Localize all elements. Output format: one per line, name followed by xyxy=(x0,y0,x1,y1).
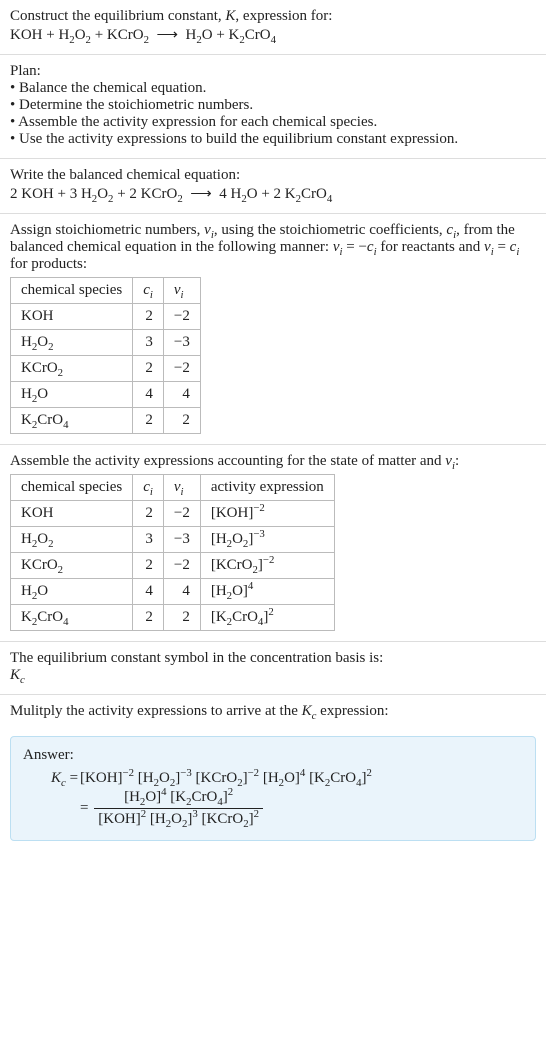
table-row: KCrO2 2 −2 [KCrO2]−2 xyxy=(11,553,335,579)
cell-vi: −2 xyxy=(163,501,200,527)
cell-ci: 4 xyxy=(133,382,164,408)
symbol-text: The equilibrium constant symbol in the c… xyxy=(10,650,536,667)
answer-denominator: [KOH]2 [H2O2]3 [KCrO2]2 xyxy=(94,809,263,828)
plan-title: Plan: xyxy=(10,63,536,80)
table-row: H2O 4 4 [H2O]4 xyxy=(11,579,335,605)
cell-vi: −2 xyxy=(163,553,200,579)
cell-activity: [H2O2]−3 xyxy=(200,527,334,553)
stoich-text: Assign stoichiometric numbers, νi, using… xyxy=(10,222,536,273)
stoich-section: Assign stoichiometric numbers, νi, using… xyxy=(0,214,546,445)
cell-vi: 2 xyxy=(163,408,200,434)
col-vi: νi xyxy=(163,278,200,304)
plan-item: • Assemble the activity expression for e… xyxy=(10,114,536,131)
cell-ci: 3 xyxy=(133,527,164,553)
multiply-text: Mulitply the activity expressions to arr… xyxy=(10,703,536,720)
col-ci: ci xyxy=(133,475,164,501)
table-header-row: chemical species ci νi xyxy=(11,278,201,304)
activity-text: Assemble the activity expressions accoun… xyxy=(10,453,536,470)
balanced-equation: 2 KOH + 3 H2O2 + 2 KCrO2 ⟶ 4 H2O + 2 K2C… xyxy=(10,184,536,203)
answer-fraction: [H2O]4 [K2CrO4]2 [KOH]2 [H2O2]3 [KCrO2]2 xyxy=(94,789,263,828)
multiply-section: Mulitply the activity expressions to arr… xyxy=(0,695,546,730)
table-row: K2CrO4 2 2 xyxy=(11,408,201,434)
table-row: KOH 2 −2 xyxy=(11,304,201,330)
table-row: KOH 2 −2 [KOH]−2 xyxy=(11,501,335,527)
cell-ci: 4 xyxy=(133,579,164,605)
plan-list: • Balance the chemical equation. • Deter… xyxy=(10,80,536,148)
col-ci: ci xyxy=(133,278,164,304)
cell-species: H2O2 xyxy=(11,330,133,356)
cell-vi: 2 xyxy=(163,605,200,631)
col-activity: activity expression xyxy=(200,475,334,501)
plan-item: • Balance the chemical equation. xyxy=(10,80,536,97)
plan-item: • Use the activity expressions to build … xyxy=(10,131,536,148)
intro-line: Construct the equilibrium constant, K, e… xyxy=(10,8,536,25)
cell-ci: 2 xyxy=(133,304,164,330)
answer-equals: = xyxy=(80,800,92,817)
answer-numerator: [H2O]4 [K2CrO4]2 xyxy=(94,789,263,809)
table-row: H2O 4 4 xyxy=(11,382,201,408)
cell-species: K2CrO4 xyxy=(11,605,133,631)
symbol-value: Kc xyxy=(10,667,536,684)
cell-vi: −3 xyxy=(163,527,200,553)
balanced-intro: Write the balanced chemical equation: xyxy=(10,167,536,184)
cell-species: KOH xyxy=(11,501,133,527)
balanced-section: Write the balanced chemical equation: 2 … xyxy=(0,159,546,214)
stoich-table: chemical species ci νi KOH 2 −2 H2O2 3 −… xyxy=(10,277,201,434)
cell-activity: [KCrO2]−2 xyxy=(200,553,334,579)
plan-section: Plan: • Balance the chemical equation. •… xyxy=(0,55,546,159)
table-row: H2O2 3 −3 [H2O2]−3 xyxy=(11,527,335,553)
cell-species: K2CrO4 xyxy=(11,408,133,434)
activity-section: Assemble the activity expressions accoun… xyxy=(0,445,546,642)
cell-vi: 4 xyxy=(163,382,200,408)
cell-vi: −3 xyxy=(163,330,200,356)
answer-line1: [KOH]−2 [H2O2]−3 [KCrO2]−2 [H2O]4 [K2CrO… xyxy=(80,770,372,786)
cell-species: H2O xyxy=(11,579,133,605)
col-species: chemical species xyxy=(11,278,133,304)
answer-lhs: Kc = xyxy=(51,770,80,787)
cell-vi: −2 xyxy=(163,304,200,330)
cell-vi: 4 xyxy=(163,579,200,605)
cell-ci: 2 xyxy=(133,356,164,382)
cell-activity: [H2O]4 xyxy=(200,579,334,605)
unbalanced-equation: KOH + H2O2 + KCrO2 ⟶ H2O + K2CrO4 xyxy=(10,25,536,44)
cell-species: KCrO2 xyxy=(11,553,133,579)
activity-table: chemical species ci νi activity expressi… xyxy=(10,474,335,631)
cell-ci: 2 xyxy=(133,553,164,579)
symbol-section: The equilibrium constant symbol in the c… xyxy=(0,642,546,695)
cell-species: KCrO2 xyxy=(11,356,133,382)
table-header-row: chemical species ci νi activity expressi… xyxy=(11,475,335,501)
cell-activity: [K2CrO4]2 xyxy=(200,605,334,631)
answer-label: Answer: xyxy=(23,747,523,764)
col-vi: νi xyxy=(163,475,200,501)
table-row: KCrO2 2 −2 xyxy=(11,356,201,382)
cell-activity: [KOH]−2 xyxy=(200,501,334,527)
col-species: chemical species xyxy=(11,475,133,501)
cell-ci: 3 xyxy=(133,330,164,356)
cell-ci: 2 xyxy=(133,408,164,434)
cell-vi: −2 xyxy=(163,356,200,382)
answer-expression: Kc = [KOH]−2 [H2O2]−3 [KCrO2]−2 [H2O]4 [… xyxy=(23,770,523,828)
cell-species: KOH xyxy=(11,304,133,330)
answer-box: Answer: Kc = [KOH]−2 [H2O2]−3 [KCrO2]−2 … xyxy=(10,736,536,841)
cell-species: H2O xyxy=(11,382,133,408)
plan-item: • Determine the stoichiometric numbers. xyxy=(10,97,536,114)
table-row: K2CrO4 2 2 [K2CrO4]2 xyxy=(11,605,335,631)
cell-species: H2O2 xyxy=(11,527,133,553)
cell-ci: 2 xyxy=(133,605,164,631)
intro-section: Construct the equilibrium constant, K, e… xyxy=(0,0,546,55)
table-row: H2O2 3 −3 xyxy=(11,330,201,356)
answer-rhs: [KOH]−2 [H2O2]−3 [KCrO2]−2 [H2O]4 [K2CrO… xyxy=(80,770,372,828)
cell-ci: 2 xyxy=(133,501,164,527)
